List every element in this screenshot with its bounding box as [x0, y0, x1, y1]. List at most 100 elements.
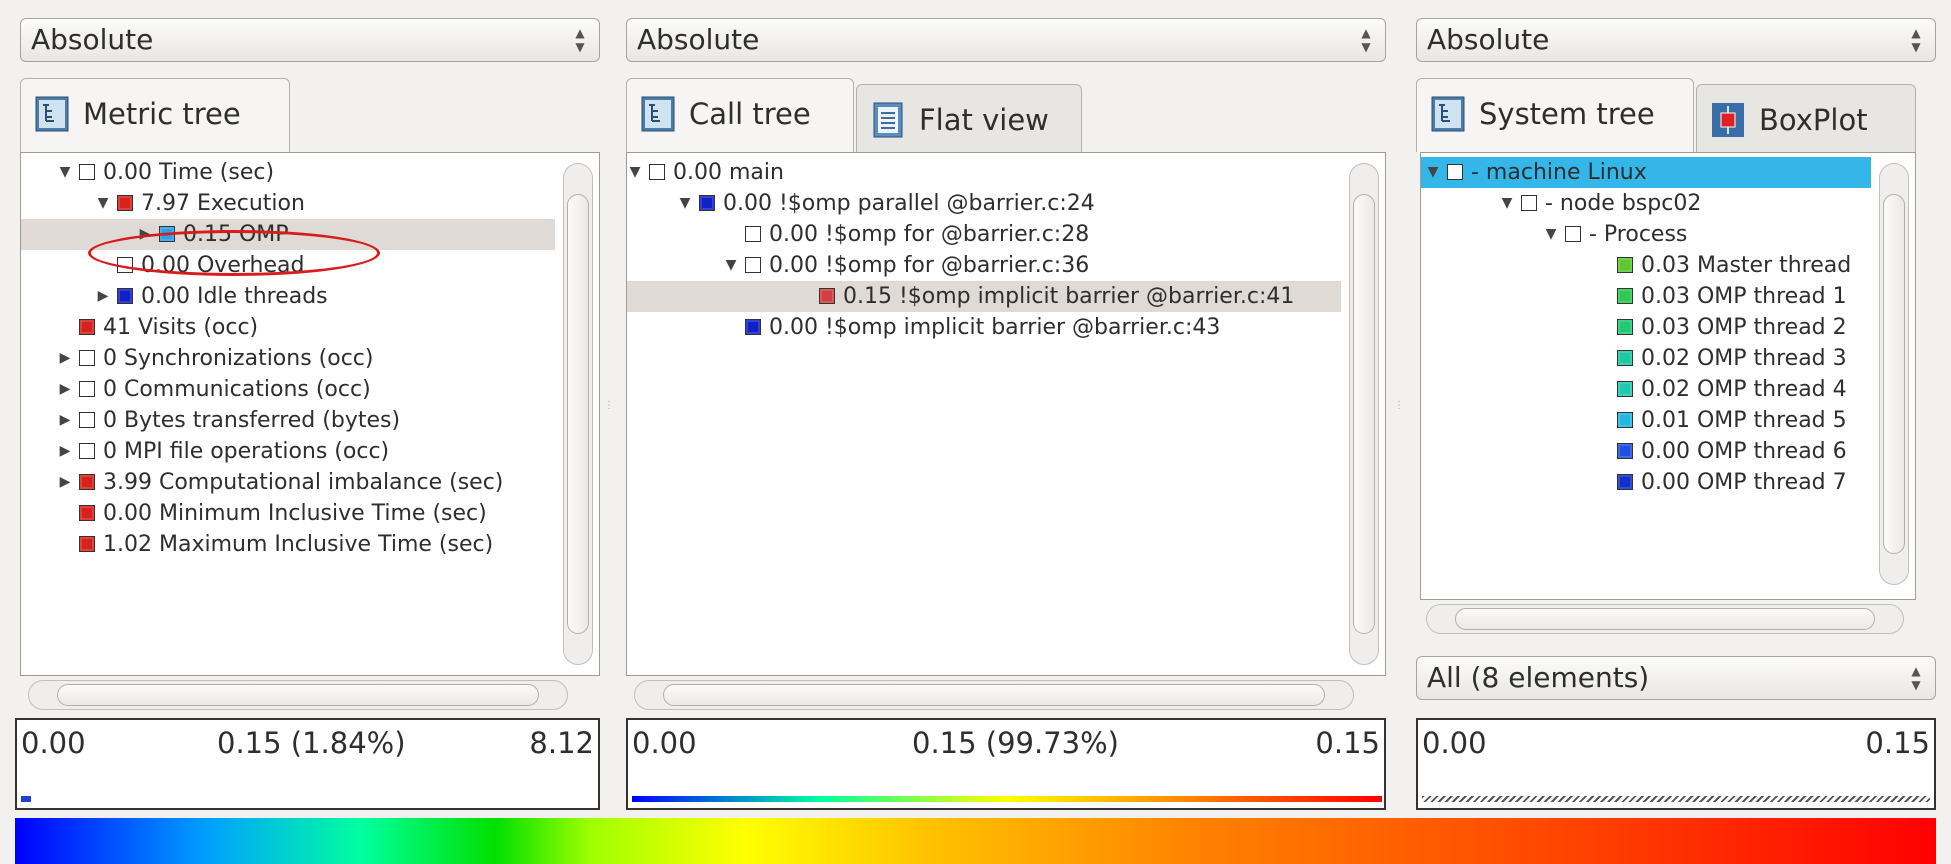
call-tree-row[interactable]: 0.15 !$omp implicit barrier @barrier.c:4… [627, 281, 1341, 312]
list-icon [873, 102, 903, 138]
combo-arrows-icon: ▲ ▼ [1361, 26, 1371, 54]
tab-flat-view-label: Flat view [919, 103, 1049, 137]
tree-item-label: 0.03 OMP thread 2 [1641, 315, 1847, 340]
metric-tree-row[interactable]: ▼ 0.00 Time (sec) [21, 157, 555, 188]
color-swatch-icon [819, 288, 835, 304]
metric-tree-row[interactable]: ▶ 3.99 Computational imbalance (sec) [21, 467, 555, 498]
system-tree-view[interactable]: 0.00 OMP thread 7 0.00 OMP thread 6 0.01 O… [1420, 152, 1916, 600]
color-swatch-icon [745, 226, 761, 242]
call-tree-vscroll[interactable] [1349, 163, 1379, 665]
collapse-arrow-icon[interactable]: ▼ [723, 250, 739, 281]
collapse-arrow-icon[interactable]: ▼ [677, 188, 693, 219]
collapse-arrow-icon[interactable]: ▼ [1543, 219, 1559, 250]
metric-tree-row[interactable]: ▶ 0 Synchronizations (occ) [21, 343, 555, 374]
system-tree-row[interactable]: 0.00 OMP thread 6 [1421, 436, 1871, 467]
scroll-thumb[interactable] [1353, 194, 1375, 634]
metric-tree-row[interactable]: ▼ 7.97 Execution [21, 188, 555, 219]
tree-item-label: 0.00 !$omp for @barrier.c:36 [769, 253, 1090, 278]
metric-max-value: 8.12 [529, 726, 594, 760]
metric-tree-row[interactable]: ▶ 0.00 Idle threads [21, 281, 555, 312]
tree-item-label: 0 MPI file operations (occ) [103, 439, 390, 464]
metric-tree-row[interactable]: 41 Visits (occ) [21, 312, 555, 343]
expand-arrow-icon[interactable]: ▶ [57, 467, 73, 498]
metric-tree-row[interactable]: 0.00 Minimum Inclusive Time (sec) [21, 498, 555, 529]
call-min-value: 0.00 [632, 726, 697, 760]
system-tree-row[interactable]: 0.03 OMP thread 2 [1421, 312, 1871, 343]
splitter-handle[interactable]: ⋮ [1394, 400, 1404, 411]
system-panel: Absolute ▲ ▼ System tree BoxPlot 0.00 OMP… [1416, 0, 1936, 864]
combo-arrows-icon: ▲ ▼ [1911, 664, 1921, 692]
call-mode-combo[interactable]: Absolute ▲ ▼ [626, 18, 1386, 62]
call-tree-row[interactable]: 0.00 !$omp implicit barrier @barrier.c:4… [627, 312, 1341, 343]
scroll-thumb[interactable] [1883, 194, 1905, 554]
call-tree-row[interactable]: 0.00 !$omp for @barrier.c:28 [627, 219, 1341, 250]
system-tree-vscroll[interactable] [1879, 163, 1909, 585]
tab-call-tree[interactable]: Call tree [626, 78, 854, 152]
collapse-arrow-icon[interactable]: ▼ [1425, 157, 1441, 188]
call-selected-value: 0.15 (99.73%) [912, 726, 1119, 760]
system-tree-row[interactable]: 0.00 OMP thread 7 [1421, 467, 1871, 498]
system-tree-row[interactable]: 0.02 OMP thread 3 [1421, 343, 1871, 374]
tab-boxplot[interactable]: BoxPlot [1696, 84, 1916, 154]
call-tree-row[interactable]: ▼ 0.00 !$omp parallel @barrier.c:24 [627, 188, 1341, 219]
call-tree-view[interactable]: 0.00 !$omp implicit barrier @barrier.c:4… [626, 152, 1386, 676]
metric-tree-row[interactable]: 1.02 Maximum Inclusive Time (sec) [21, 529, 555, 560]
color-swatch-icon [79, 443, 95, 459]
tree-item-label: 0.01 OMP thread 5 [1641, 408, 1847, 433]
tree-icon [641, 96, 675, 132]
system-tree-hscroll[interactable] [1426, 604, 1904, 634]
metric-tree-vscroll[interactable] [563, 163, 593, 665]
metric-tree-row[interactable]: ▶ 0 MPI file operations (occ) [21, 436, 555, 467]
system-tree-row[interactable]: ▼ - Process [1421, 219, 1871, 250]
tab-flat-view[interactable]: Flat view [856, 84, 1082, 154]
tab-system-tree[interactable]: System tree [1416, 78, 1694, 152]
system-tree-row[interactable]: 0.03 OMP thread 1 [1421, 281, 1871, 312]
tab-boxplot-label: BoxPlot [1759, 103, 1868, 137]
metric-mode-combo[interactable]: Absolute ▲ ▼ [20, 18, 600, 62]
tree-item-label: 0.15 !$omp implicit barrier @barrier.c:4… [843, 284, 1295, 309]
expand-arrow-icon[interactable]: ▶ [95, 281, 111, 312]
system-tree-row[interactable]: ▼ - machine Linux [1421, 157, 1871, 188]
color-swatch-icon [79, 164, 95, 180]
call-max-value: 0.15 [1315, 726, 1380, 760]
metric-tree-row[interactable]: ▶ 0 Communications (occ) [21, 374, 555, 405]
system-mode-combo[interactable]: Absolute ▲ ▼ [1416, 18, 1936, 62]
metric-mode-value: Absolute [31, 23, 154, 56]
system-filter-combo[interactable]: All (8 elements) ▲ ▼ [1416, 656, 1936, 700]
system-tree-row[interactable]: 0.03 Master thread [1421, 250, 1871, 281]
expand-arrow-icon[interactable]: ▶ [57, 343, 73, 374]
expand-arrow-icon[interactable]: ▶ [57, 436, 73, 467]
metric-tree-hscroll[interactable] [28, 680, 568, 710]
tree-item-label: 0.00 !$omp for @barrier.c:28 [769, 222, 1090, 247]
tab-metric-tree[interactable]: Metric tree [20, 78, 290, 152]
tree-item-label: 0.00 main [673, 160, 784, 185]
tree-item-label: 0.00 OMP thread 6 [1641, 439, 1847, 464]
collapse-arrow-icon[interactable]: ▼ [627, 157, 643, 188]
tree-item-label: 41 Visits (occ) [103, 315, 259, 340]
metric-tree-view[interactable]: 1.02 Maximum Inclusive Time (sec) 0.00 Mi… [20, 152, 600, 676]
scroll-thumb[interactable] [57, 684, 539, 706]
metric-tree-row[interactable]: ▶ 0 Bytes transferred (bytes) [21, 405, 555, 436]
system-tree-row[interactable]: 0.02 OMP thread 4 [1421, 374, 1871, 405]
call-tree-row[interactable]: ▼ 0.00 main [627, 157, 1341, 188]
tree-icon [35, 96, 69, 132]
expand-arrow-icon[interactable]: ▶ [57, 405, 73, 436]
scroll-thumb[interactable] [663, 684, 1325, 706]
tree-item-label: 0.03 Master thread [1641, 253, 1852, 278]
collapse-arrow-icon[interactable]: ▼ [57, 157, 73, 188]
expand-arrow-icon[interactable]: ▶ [57, 374, 73, 405]
color-swatch-icon [79, 350, 95, 366]
color-swatch-icon [117, 195, 133, 211]
color-swatch-icon [699, 195, 715, 211]
call-tree-row[interactable]: ▼ 0.00 !$omp for @barrier.c:36 [627, 250, 1341, 281]
scroll-thumb[interactable] [1455, 608, 1875, 630]
call-tree-hscroll[interactable] [634, 680, 1354, 710]
system-tree-row[interactable]: 0.01 OMP thread 5 [1421, 405, 1871, 436]
color-swatch-icon [1617, 350, 1633, 366]
system-tree-row[interactable]: ▼ - node bspc02 [1421, 188, 1871, 219]
splitter-handle[interactable]: ⋮ [604, 400, 614, 411]
collapse-arrow-icon[interactable]: ▼ [1499, 188, 1515, 219]
collapse-arrow-icon[interactable]: ▼ [95, 188, 111, 219]
tree-item-label: - node bspc02 [1545, 191, 1702, 216]
scroll-thumb[interactable] [567, 194, 589, 634]
